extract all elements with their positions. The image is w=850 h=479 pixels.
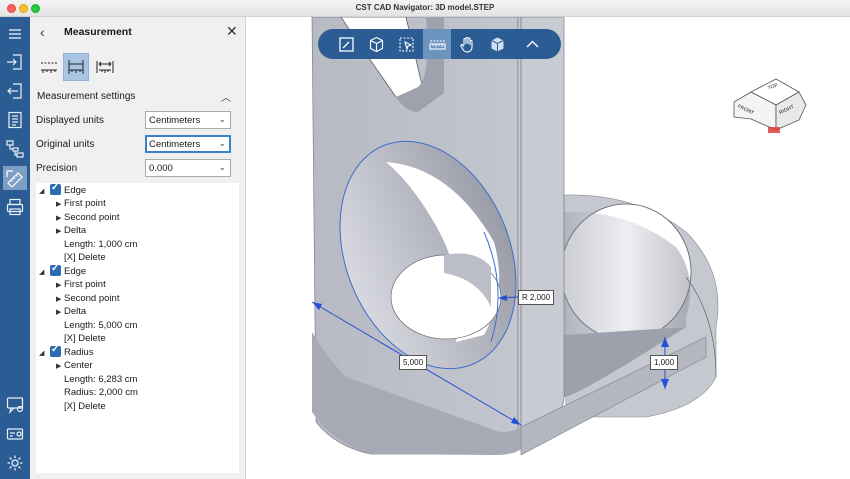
view-toolbar xyxy=(318,29,561,59)
expand-arrow-icon[interactable]: ▶ xyxy=(56,200,61,208)
measure-icon[interactable] xyxy=(3,166,27,190)
measurement-panel: ‹ Measurement ✕ Measurement settings ︿ D… xyxy=(30,17,246,479)
cad-model[interactable] xyxy=(246,17,850,479)
title-bar: CST CAD Navigator: 3D model.STEP xyxy=(0,0,850,17)
displayed-units-label: Displayed units xyxy=(36,115,104,126)
precision-value: 0.000 xyxy=(149,163,173,174)
expand-arrow-icon[interactable]: ▶ xyxy=(56,227,61,235)
3d-viewport[interactable]: R 2,000 5,000 1,000 TOP FRONT RIGHT xyxy=(246,17,850,479)
solid-cube-icon[interactable] xyxy=(483,29,511,59)
tree-item-second-point[interactable]: Second point xyxy=(64,293,119,304)
expand-arrow-icon[interactable]: ▶ xyxy=(56,308,61,316)
chevron-down-icon: ⌄ xyxy=(218,162,226,172)
measure-span-tool[interactable] xyxy=(92,53,118,81)
hierarchy-icon[interactable] xyxy=(3,137,27,161)
tree-item-delta[interactable]: Delta xyxy=(64,306,86,317)
tree-item-center[interactable]: Center xyxy=(64,360,93,371)
pan-hand-icon[interactable] xyxy=(453,29,481,59)
settings-icon[interactable] xyxy=(3,451,27,475)
expand-triangle-icon[interactable]: ◢ xyxy=(39,268,44,276)
chevron-up-icon[interactable] xyxy=(518,29,546,59)
original-units-label: Original units xyxy=(36,139,95,150)
tree-item-edge-2[interactable]: Edge xyxy=(64,266,86,277)
ruler-icon[interactable] xyxy=(423,29,451,59)
tree-item-radius[interactable]: Radius xyxy=(64,347,94,358)
tree-item-first-point[interactable]: First point xyxy=(64,198,106,209)
box-icon[interactable] xyxy=(362,29,390,59)
collapse-icon[interactable]: ︿ xyxy=(221,89,231,104)
tree-item-length: Length: 5,000 cm xyxy=(64,320,138,331)
menu-icon[interactable] xyxy=(3,22,27,46)
export-icon[interactable] xyxy=(3,79,27,103)
tree-item-edge-1[interactable]: Edge xyxy=(64,185,86,196)
chevron-down-icon: ⌄ xyxy=(218,114,226,124)
displayed-units-value: Centimeters xyxy=(149,115,201,126)
chevron-down-icon: ⌄ xyxy=(218,138,226,148)
select-box-icon[interactable] xyxy=(392,29,420,59)
edge-2-checkbox[interactable] xyxy=(50,263,61,276)
tree-item-delta[interactable]: Delta xyxy=(64,225,86,236)
displayed-units-select[interactable]: Centimeters ⌄ xyxy=(145,111,231,129)
chat-icon[interactable] xyxy=(3,393,27,417)
height-dimension-label[interactable]: 1,000 xyxy=(650,355,679,370)
tree-item-length: Length: 1,000 cm xyxy=(64,239,138,250)
delete-link[interactable]: [X] Delete xyxy=(64,252,106,263)
back-icon[interactable]: ‹ xyxy=(40,24,45,40)
expand-arrow-icon[interactable]: ▶ xyxy=(56,214,61,222)
tree-item-second-point[interactable]: Second point xyxy=(64,212,119,223)
expand-arrow-icon[interactable]: ▶ xyxy=(56,281,61,289)
document-icon[interactable] xyxy=(3,108,27,132)
expand-triangle-icon[interactable]: ◢ xyxy=(39,187,44,195)
precision-label: Precision xyxy=(36,163,78,174)
import-icon[interactable] xyxy=(3,50,27,74)
measurement-tree: ◢ Edge ▶ First point ▶ Second point ▶ De… xyxy=(36,182,239,473)
expand-triangle-icon[interactable]: ◢ xyxy=(39,349,44,357)
radius-dimension-label[interactable]: R 2,000 xyxy=(518,290,555,305)
measure-edge-tool[interactable] xyxy=(63,53,89,81)
tree-item-length: Length: 6,283 cm xyxy=(64,374,138,385)
tree-item-first-point[interactable]: First point xyxy=(64,279,106,290)
expand-arrow-icon[interactable]: ▶ xyxy=(56,295,61,303)
tree-item-radius-value: Radius: 2,000 cm xyxy=(64,387,138,398)
measure-distance-tool[interactable] xyxy=(36,53,62,81)
window-title: CST CAD Navigator: 3D model.STEP xyxy=(355,3,495,12)
edge-1-checkbox[interactable] xyxy=(50,182,61,195)
panel-header: ‹ Measurement ✕ xyxy=(30,17,246,47)
license-icon[interactable] xyxy=(3,422,27,446)
expand-arrow-icon[interactable]: ▶ xyxy=(56,362,61,370)
original-units-select[interactable]: Centimeters ⌄ xyxy=(145,135,231,153)
settings-heading: Measurement settings xyxy=(37,91,136,102)
panel-title: Measurement xyxy=(64,26,132,38)
length-dimension-label[interactable]: 5,000 xyxy=(399,355,428,370)
print-icon[interactable] xyxy=(3,195,27,219)
delete-link[interactable]: [X] Delete xyxy=(64,333,106,344)
original-units-value: Centimeters xyxy=(149,139,201,150)
precision-select[interactable]: 0.000 ⌄ xyxy=(145,159,231,177)
edit-icon[interactable] xyxy=(332,29,360,59)
delete-link[interactable]: [X] Delete xyxy=(64,401,106,412)
side-rail xyxy=(0,17,30,479)
close-icon[interactable]: ✕ xyxy=(226,23,238,40)
radius-checkbox[interactable] xyxy=(50,344,61,357)
